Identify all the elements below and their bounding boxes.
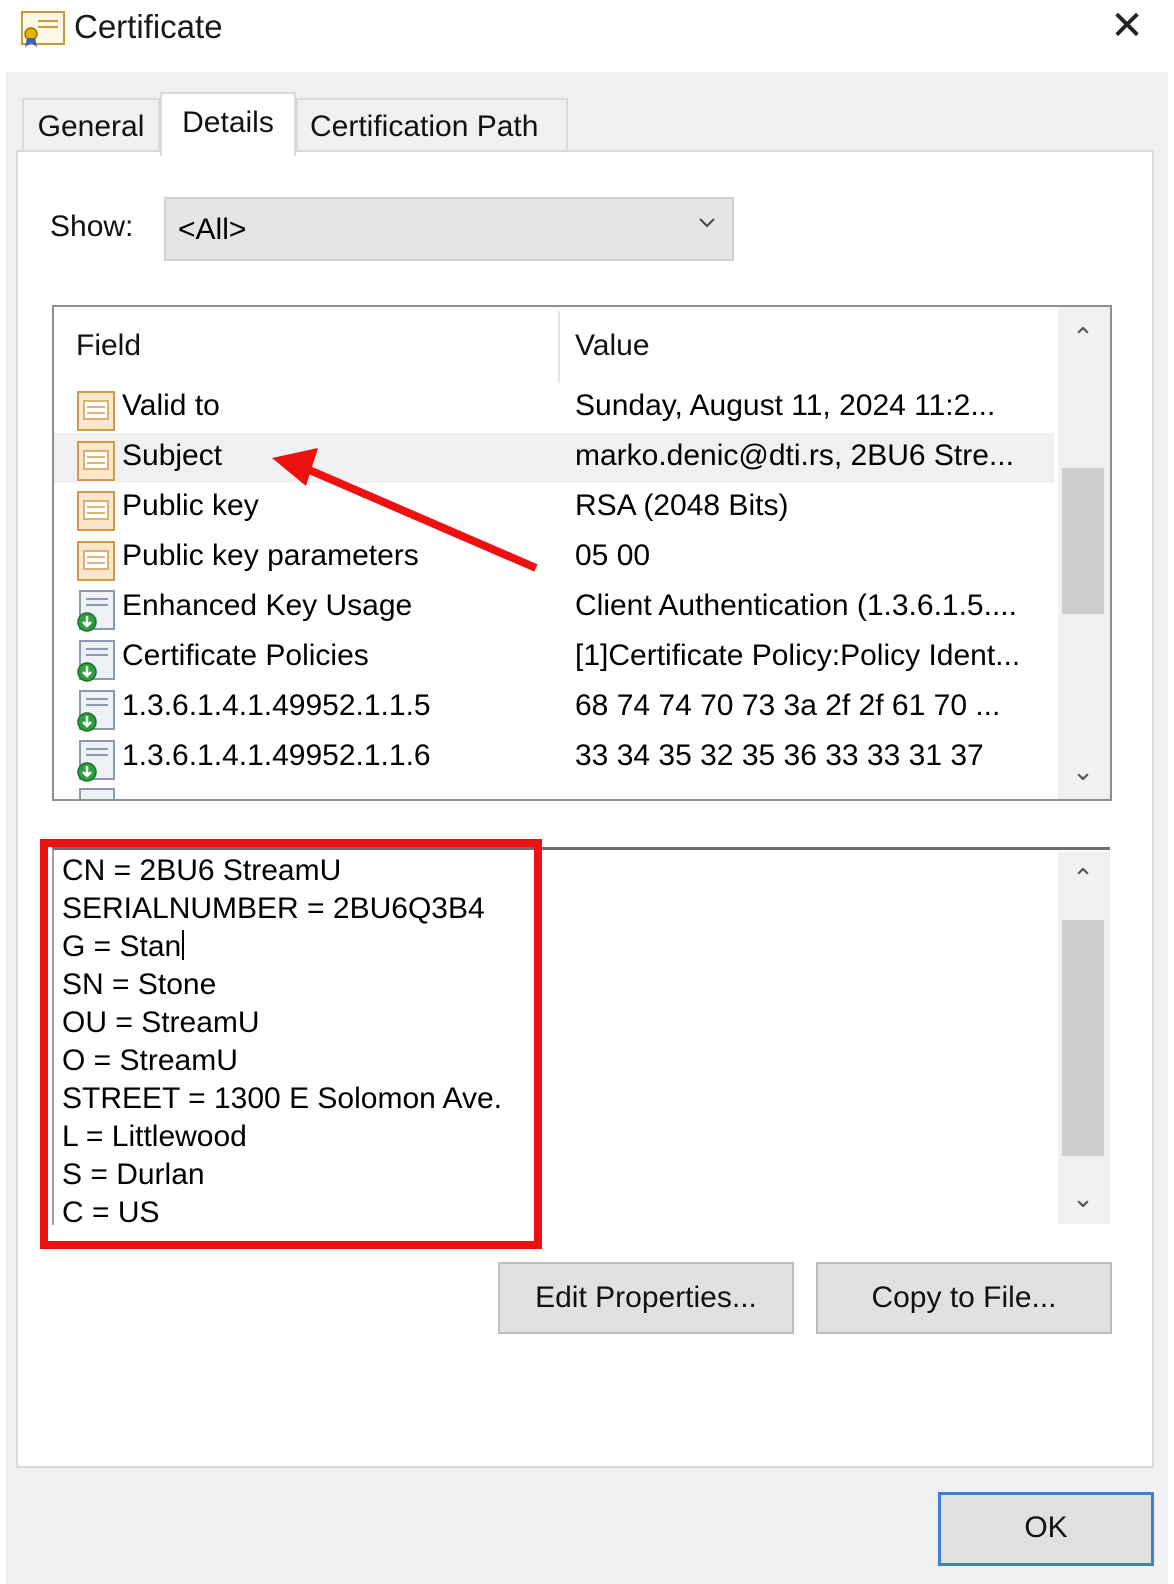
scroll-down-icon[interactable]: ⌄ [1058, 751, 1108, 791]
value-text: G = Stan [62, 930, 182, 963]
list-item[interactable]: 1.3.6.1.4.1.49952.1.1.6 33 34 35 32 35 36… [54, 733, 1054, 783]
copy-to-file-button[interactable]: Copy to File... [816, 1262, 1112, 1334]
fields-scrollbar[interactable]: ⌃ ⌄ [1058, 307, 1110, 799]
document-icon [77, 491, 115, 531]
list-item[interactable]: Enhanced Key Usage Client Authentication … [54, 583, 1054, 633]
document-icon [77, 391, 115, 431]
value-text: CN = 2BU6 StreamU [62, 854, 342, 887]
field-name: Subject [122, 439, 223, 472]
field-value: [1]Certificate Policy:Policy Ident... [575, 639, 1021, 672]
field-name: 1.3.6.1.4.1.49952.1.1.5 [122, 689, 431, 722]
value-text-line: G = Stan [62, 930, 185, 964]
value-text: SERIALNUMBER = 2BU6Q3B4 [62, 892, 485, 925]
scroll-up-icon[interactable]: ⌃ [1058, 317, 1108, 357]
close-icon: ✕ [1110, 4, 1144, 48]
document-icon [77, 541, 115, 581]
value-text: SN = Stone [62, 968, 217, 1001]
value-text-line: CN = 2BU6 StreamU [62, 854, 341, 888]
list-item[interactable]: Public key parameters 05 00 [54, 533, 1054, 583]
value-scroll-thumb[interactable] [1062, 920, 1104, 1156]
field-value: 33 34 35 32 35 36 33 33 31 37 [575, 739, 984, 772]
value-text-line: O = StreamU [62, 1044, 238, 1078]
field-value: 68 74 74 70 73 3a 2f 2f 61 70 ... [575, 689, 1001, 722]
value-text-line: C = US [62, 1196, 160, 1230]
field-value: marko.denic@dti.rs, 2BU6 Stre... [575, 439, 1014, 472]
extension-icon [79, 788, 115, 799]
column-header-value[interactable]: Value [575, 329, 650, 363]
list-item[interactable]: Valid to Sunday, August 11, 2024 11:2... [54, 383, 1054, 433]
fields-list[interactable]: Field Value Valid to Sunday, August 11, 2… [52, 305, 1112, 801]
show-label: Show: [50, 210, 134, 243]
chevron-down-icon [699, 218, 715, 228]
text-caret [182, 930, 185, 960]
field-name: Public key parameters [122, 539, 419, 572]
extension-icon [77, 590, 115, 632]
value-text-line: SERIALNUMBER = 2BU6Q3B4 [62, 892, 485, 926]
tab-details[interactable]: Details [160, 92, 296, 156]
field-name: 1.3.6.1.4.1.49952.1.1.6 [122, 739, 431, 772]
document-icon [77, 441, 115, 481]
list-item[interactable]: Subject marko.denic@dti.rs, 2BU6 Stre... [54, 433, 1054, 483]
edit-properties-button[interactable]: Edit Properties... [498, 1262, 794, 1334]
field-value: Sunday, August 11, 2024 11:2... [575, 389, 996, 422]
value-textarea[interactable]: CN = 2BU6 StreamU SERIALNUMBER = 2BU6Q3B4… [52, 847, 1110, 1229]
scroll-down-icon[interactable]: ⌄ [1058, 1178, 1108, 1218]
field-name: Public key [122, 489, 259, 522]
extension-icon [77, 690, 115, 732]
value-scrollbar[interactable]: ⌃ ⌄ [1058, 852, 1110, 1224]
field-value: 05 00 [575, 539, 651, 572]
field-name: Enhanced Key Usage [122, 589, 413, 622]
list-item[interactable]: 1.3.6.1.4.1.49952.1.1.5 68 74 74 70 73 3a… [54, 683, 1054, 733]
list-item[interactable]: Certificate Policies [1]Certificate Polic… [54, 633, 1054, 683]
list-item[interactable]: Public key RSA (2048 Bits) [54, 483, 1054, 533]
tab-general[interactable]: General [22, 98, 160, 154]
extension-icon [77, 740, 115, 782]
show-select-value: <All> [178, 213, 247, 246]
window-title: Certificate [74, 8, 223, 45]
value-text-line: SN = Stone [62, 968, 216, 1002]
field-name: Certificate Policies [122, 639, 369, 672]
value-text-line: L = Littlewood [62, 1120, 247, 1154]
close-button[interactable]: ✕ [1098, 2, 1156, 52]
field-value: RSA (2048 Bits) [575, 489, 789, 522]
value-text: L = Littlewood [62, 1120, 247, 1153]
value-text: OU = StreamU [62, 1006, 260, 1039]
ok-button[interactable]: OK [938, 1492, 1154, 1566]
value-text-line: STREET = 1300 E Solomon Ave. [62, 1082, 502, 1116]
value-text: C = US [62, 1196, 160, 1229]
scroll-up-icon[interactable]: ⌃ [1058, 858, 1108, 898]
value-text: O = StreamU [62, 1044, 238, 1077]
tab-certification-path[interactable]: Certification Path [296, 98, 568, 154]
title-bar: Certificate ✕ [0, 0, 1174, 70]
column-divider[interactable] [558, 311, 560, 383]
certificate-icon [21, 11, 65, 47]
fields-scroll-thumb[interactable] [1062, 467, 1104, 614]
value-text-line: S = Durlan [62, 1158, 205, 1192]
field-value: Client Authentication (1.3.6.1.5.... [575, 589, 1017, 622]
value-text: S = Durlan [62, 1158, 205, 1191]
value-text: STREET = 1300 E Solomon Ave. [62, 1082, 502, 1115]
value-text-line: OU = StreamU [62, 1006, 260, 1040]
extension-icon [77, 640, 115, 682]
show-select[interactable]: <All> [164, 197, 734, 261]
list-item-cutoff[interactable] [54, 781, 1054, 799]
column-header-field[interactable]: Field [76, 329, 141, 363]
field-name: Valid to [122, 389, 220, 422]
